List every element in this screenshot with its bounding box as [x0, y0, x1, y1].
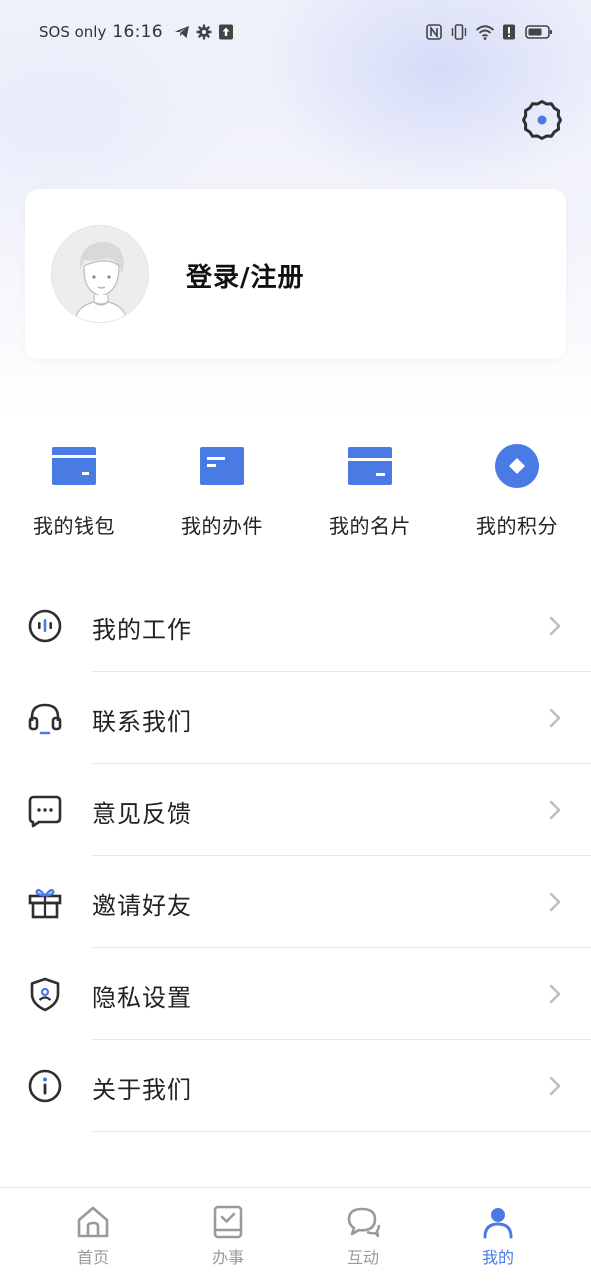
quick-action-business-card[interactable]: 我的名片: [305, 436, 435, 546]
shield-icon: [27, 976, 63, 1012]
chevron-right-icon: [549, 800, 561, 820]
profile-card[interactable]: 登录/注册: [25, 189, 566, 359]
status-bar: SOS only 16:16: [0, 0, 591, 66]
menu-item-privacy-settings[interactable]: 隐私设置: [0, 948, 591, 1040]
settings-button[interactable]: [518, 98, 566, 146]
wallet-icon: [50, 442, 98, 490]
avatar-placeholder-icon: [52, 226, 148, 322]
tab-mine[interactable]: 我的: [438, 1188, 558, 1281]
gift-icon: [27, 884, 63, 920]
tab-label: 互动: [346, 1248, 379, 1267]
nfc-icon: [425, 23, 443, 41]
vibrate-icon: [450, 23, 468, 41]
tasks-icon: [208, 1202, 248, 1242]
telegram-icon: [173, 23, 191, 41]
battery-icon: [525, 23, 553, 41]
feedback-icon: [27, 792, 63, 828]
chevron-right-icon: [549, 1076, 561, 1096]
quick-actions: 我的钱包 我的办件 我的名片 我的积分: [0, 436, 591, 546]
tab-label: 办事: [211, 1248, 244, 1267]
chevron-right-icon: [549, 616, 561, 636]
menu-item-my-work[interactable]: 我的工作: [0, 580, 591, 672]
menu-list: 我的工作 联系我们 意见反馈 邀请好友 隐私设置 关于我们: [0, 580, 591, 1132]
menu-item-about-us[interactable]: 关于我们: [0, 1040, 591, 1132]
tab-tasks[interactable]: 办事: [168, 1188, 288, 1281]
upload-icon: [217, 23, 235, 41]
info-icon: [27, 1068, 63, 1104]
divider: [92, 1131, 591, 1132]
card-icon: [346, 442, 394, 490]
status-bar-left: SOS only 16:16: [39, 22, 235, 42]
quick-action-documents[interactable]: 我的办件: [157, 436, 287, 546]
quick-action-wallet[interactable]: 我的钱包: [9, 436, 139, 546]
gear-icon: [520, 98, 564, 146]
quick-action-label: 我的钱包: [33, 514, 115, 538]
document-icon: [198, 442, 246, 490]
carrier-label: SOS only: [39, 23, 107, 41]
user-icon: [478, 1202, 518, 1242]
chevron-right-icon: [549, 708, 561, 728]
tab-home[interactable]: 首页: [33, 1188, 153, 1281]
quick-action-label: 我的积分: [476, 514, 558, 538]
menu-item-label: 隐私设置: [92, 984, 192, 1012]
work-icon: [27, 608, 63, 644]
menu-item-feedback[interactable]: 意见反馈: [0, 764, 591, 856]
tab-interaction[interactable]: 互动: [303, 1188, 423, 1281]
menu-item-label: 我的工作: [92, 616, 192, 644]
bottom-navigation: 首页 办事 互动 我的: [0, 1187, 591, 1280]
headset-icon: [27, 700, 63, 736]
login-register-link[interactable]: 登录/注册: [186, 257, 305, 294]
menu-item-label: 联系我们: [92, 708, 192, 736]
status-bar-right: [418, 23, 553, 41]
menu-item-contact-us[interactable]: 联系我们: [0, 672, 591, 764]
menu-item-label: 意见反馈: [92, 800, 192, 828]
home-icon: [73, 1202, 113, 1242]
quick-action-label: 我的名片: [329, 514, 411, 538]
tab-label: 我的: [481, 1248, 514, 1267]
chat-icon: [343, 1202, 383, 1242]
wifi-icon: [475, 23, 495, 41]
chevron-right-icon: [549, 984, 561, 1004]
menu-item-label: 邀请好友: [92, 892, 192, 920]
status-time: 16:16: [112, 22, 163, 42]
quick-action-label: 我的办件: [181, 514, 263, 538]
tab-label: 首页: [76, 1248, 109, 1267]
chevron-right-icon: [549, 892, 561, 912]
quick-action-points[interactable]: 我的积分: [452, 436, 582, 546]
menu-item-label: 关于我们: [92, 1076, 192, 1104]
gear-icon: [195, 23, 213, 41]
points-icon: [493, 442, 541, 490]
alert-icon: [500, 23, 518, 41]
menu-item-invite-friends[interactable]: 邀请好友: [0, 856, 591, 948]
avatar[interactable]: [51, 225, 149, 323]
